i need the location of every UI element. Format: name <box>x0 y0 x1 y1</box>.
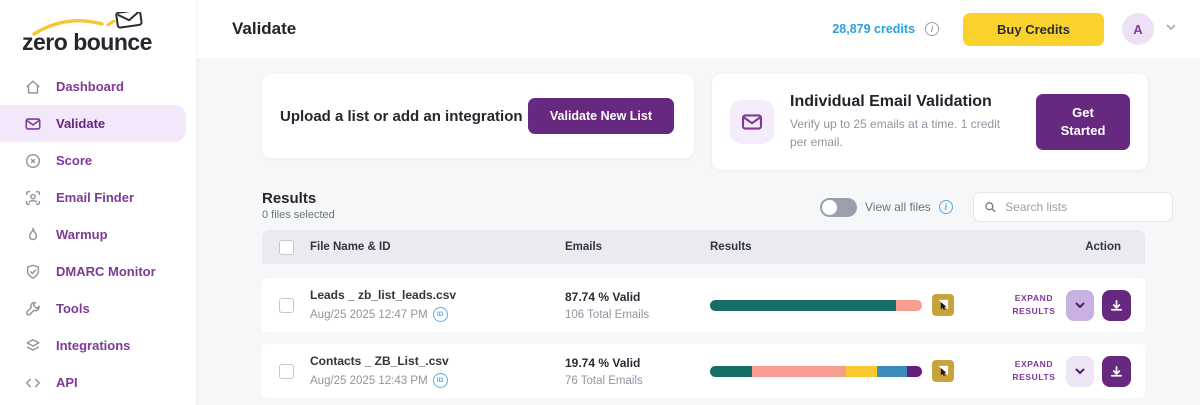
file-date: Aug/25 2025 12:43 PM ID <box>310 373 565 388</box>
valid-percentage: 87.74 % Valid <box>565 289 641 304</box>
sidebar-item-label: DMARC Monitor <box>56 264 156 279</box>
flame-icon <box>24 226 42 244</box>
column-header-results: Results <box>710 241 752 253</box>
home-icon <box>24 78 42 96</box>
sidebar-item-label: Score <box>56 153 93 168</box>
file-name[interactable]: Leads _ zb_list_leads.csv <box>310 288 565 302</box>
results-header: Results 0 files selected <box>262 190 335 221</box>
view-all-files-toggle[interactable] <box>820 197 857 217</box>
results-toolbar: View all files i <box>820 192 1173 222</box>
sidebar-item-dashboard[interactable]: Dashboard <box>0 68 186 105</box>
valid-percentage: 19.74 % Valid <box>565 355 641 370</box>
sidebar-item-label: Email Finder <box>56 190 135 205</box>
row-checkbox[interactable] <box>278 297 294 313</box>
results-progress-bar[interactable] <box>710 365 922 377</box>
chevron-down-icon <box>1075 368 1085 375</box>
expand-results-link[interactable]: EXPAND RESULTS <box>1010 358 1058 384</box>
upload-list-card: Upload a list or add an integration Vali… <box>262 74 694 158</box>
sidebar-item-tools[interactable]: Tools <box>0 290 186 327</box>
select-all-checkbox[interactable] <box>278 239 294 255</box>
expand-results-link[interactable]: EXPAND RESULTS <box>1010 292 1058 318</box>
credits-count[interactable]: 28,879 credits <box>832 22 915 36</box>
sidebar-item-warmup[interactable]: Warmup <box>0 216 186 253</box>
search-lists-input[interactable] <box>1005 200 1162 214</box>
row-download-button[interactable] <box>1102 355 1131 387</box>
files-selected-count: 0 files selected <box>262 209 335 221</box>
bar-segment-valid <box>710 365 752 377</box>
envelope-icon <box>24 115 42 133</box>
chevron-down-icon <box>1075 302 1085 309</box>
file-date: Aug/25 2025 12:47 PM ID <box>310 307 565 322</box>
upload-card-title: Upload a list or add an integration <box>280 107 523 125</box>
total-emails: 106 Total Emails <box>565 308 650 321</box>
toggle-knob <box>822 199 837 215</box>
person-scan-icon <box>24 189 42 207</box>
code-icon <box>24 374 42 392</box>
column-header-emails: Emails <box>565 241 603 253</box>
sidebar-item-integrations[interactable]: Integrations <box>0 327 186 364</box>
individual-validation-title: Individual Email Validation <box>790 93 992 111</box>
sidebar-item-score[interactable]: Score <box>0 142 186 179</box>
download-icon <box>1111 299 1123 311</box>
individual-validation-card: Individual Email Validation Verify up to… <box>712 74 1148 170</box>
get-started-button[interactable]: Get Started <box>1036 93 1130 151</box>
download-icon <box>1111 365 1123 377</box>
table-row: Contacts _ ZB_List_.csv Aug/25 2025 12:4… <box>262 344 1145 398</box>
bar-segment-valid <box>710 299 896 311</box>
validate-new-list-button[interactable]: Validate New List <box>527 98 674 134</box>
individual-validation-subtitle: Verify up to 25 emails at a time. 1 cred… <box>790 117 1001 149</box>
buy-credits-button[interactable]: Buy Credits <box>963 12 1104 46</box>
credits-info-icon[interactable]: i <box>925 22 940 36</box>
logo-text: zero bounce <box>22 29 152 55</box>
sidebar-item-api[interactable]: API <box>0 364 186 401</box>
results-progress-bar[interactable] <box>710 299 922 311</box>
sidebar: zero bounce Dashboard Validate Score Ema… <box>0 0 196 405</box>
score-dial-icon <box>24 152 42 170</box>
row-checkbox[interactable] <box>278 363 294 379</box>
bar-segment-invalid <box>896 299 922 311</box>
row-expand-chevron-button[interactable] <box>1065 289 1095 321</box>
file-id-badge[interactable]: ID <box>432 373 448 388</box>
bar-segment-invalid <box>751 365 847 377</box>
column-header-action: Action <box>1085 241 1121 253</box>
sidebar-item-label: Tools <box>56 301 90 316</box>
sidebar-item-email-finder[interactable]: Email Finder <box>0 179 186 216</box>
bar-segment-unknown <box>876 365 907 377</box>
row-expand-chevron-button[interactable] <box>1065 355 1095 387</box>
top-header: Validate 28,879 credits i Buy Credits A <box>196 0 1200 58</box>
cursor-action-icon[interactable] <box>932 294 954 316</box>
file-name[interactable]: Contacts _ ZB_List_.csv <box>310 354 565 368</box>
avatar[interactable]: A <box>1122 13 1154 45</box>
cursor-action-icon[interactable] <box>932 360 954 382</box>
bar-segment-other <box>906 365 922 377</box>
sidebar-item-dmarc-monitor[interactable]: DMARC Monitor <box>0 253 186 290</box>
layers-icon <box>24 337 42 355</box>
bar-segment-catch-all <box>846 365 877 377</box>
search-lists-box <box>972 192 1173 222</box>
table-row: Leads _ zb_list_leads.csv Aug/25 2025 12… <box>262 278 1145 332</box>
sidebar-item-label: Warmup <box>56 227 108 242</box>
search-icon <box>985 202 996 213</box>
view-all-info-icon[interactable]: i <box>938 200 953 214</box>
total-emails: 76 Total Emails <box>565 374 643 387</box>
view-all-files-label: View all files <box>865 200 931 214</box>
sidebar-item-label: Validate <box>56 116 106 131</box>
zerobounce-logo[interactable]: zero bounce <box>22 12 172 58</box>
envelope-badge-icon <box>730 100 774 144</box>
wrench-icon <box>24 300 42 318</box>
sidebar-item-label: Integrations <box>56 338 131 353</box>
sidebar-item-label: Dashboard <box>56 79 124 94</box>
results-title: Results <box>262 190 317 207</box>
file-id-badge[interactable]: ID <box>432 307 448 322</box>
page-title: Validate <box>232 19 297 38</box>
column-header-file: File Name & ID <box>310 241 391 253</box>
account-chevron-down-icon[interactable] <box>1164 20 1178 39</box>
table-header-row: File Name & ID Emails Results Action <box>262 230 1145 264</box>
row-download-button[interactable] <box>1102 289 1131 321</box>
sidebar-item-validate[interactable]: Validate <box>0 105 186 142</box>
sidebar-item-label: API <box>56 375 78 390</box>
sidebar-nav: Dashboard Validate Score Email Finder Wa… <box>0 68 196 401</box>
shield-check-icon <box>24 263 42 281</box>
